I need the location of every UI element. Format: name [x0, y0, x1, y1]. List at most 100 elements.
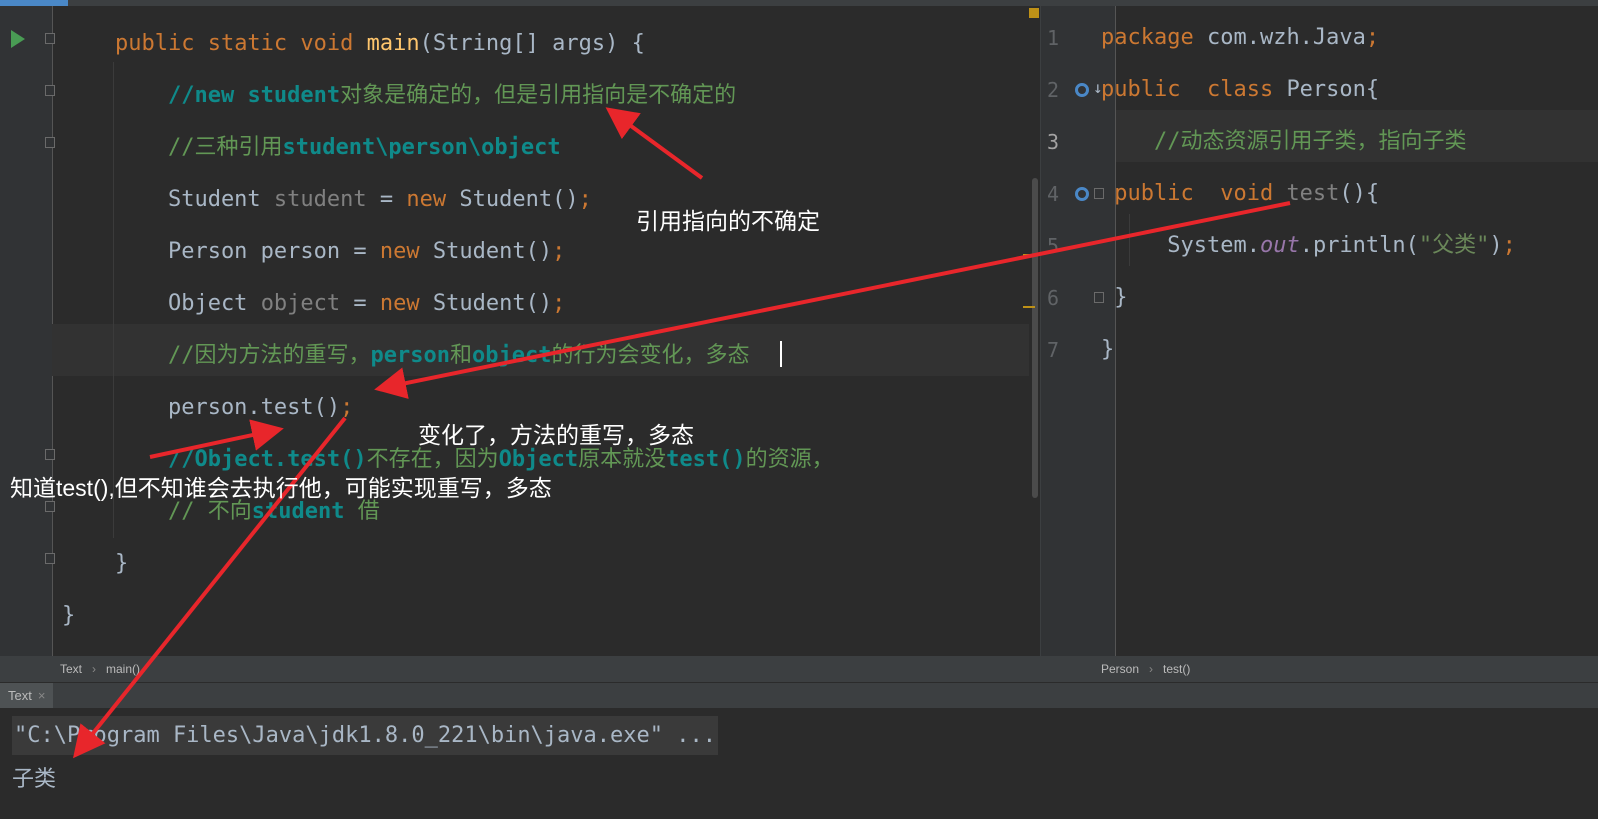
line-number[interactable]: 3 [1047, 116, 1077, 168]
code-line[interactable]: //动态资源引用子类，指向子类 [1101, 116, 1467, 168]
line-number[interactable]: 4 [1047, 168, 1077, 220]
code-token: "父类" [1418, 233, 1490, 258]
inspection-marker[interactable] [1029, 8, 1039, 18]
code-line[interactable]: Person person = new Student(); [62, 226, 565, 278]
breadcrumb-item[interactable]: Text [60, 656, 82, 682]
annotation-note: 变化了，方法的重写，多态 [418, 422, 694, 448]
code-line[interactable]: public void test(){ [1101, 168, 1379, 220]
code-token: person.test() [62, 395, 341, 420]
close-icon[interactable]: × [38, 688, 46, 703]
code-token: test [1286, 181, 1340, 206]
code-token: 原本就没 [578, 447, 667, 472]
code-token: System. [1101, 233, 1260, 258]
code-token: .println( [1299, 233, 1419, 258]
run-tab-label: Text [8, 688, 32, 703]
fold-marker-icon[interactable] [45, 85, 55, 96]
code-token: = [340, 291, 380, 316]
run-console[interactable]: "C:\Program Files\Java\jdk1.8.0_221\bin\… [0, 708, 1598, 819]
code-token: package [1101, 25, 1207, 50]
code-line[interactable]: package com.wzh.Java; [1101, 12, 1379, 64]
code-token: ; [1502, 233, 1516, 258]
line-number[interactable]: 2 [1047, 64, 1077, 116]
code-token: object [471, 343, 552, 368]
fold-marker-icon[interactable] [45, 553, 55, 564]
code-token: } [62, 603, 76, 628]
fold-marker-icon[interactable] [45, 33, 55, 44]
warning-marker[interactable] [1023, 306, 1035, 308]
code-token: ; [340, 395, 354, 420]
code-token: Person{ [1286, 77, 1380, 102]
breadcrumb-item[interactable]: Person [1101, 656, 1139, 682]
code-token: main [366, 31, 420, 56]
code-line[interactable]: public class Person{ [1101, 64, 1379, 116]
annotation-note: 知道test(),但不知谁会去执行他，可能实现重写，多态 [10, 475, 552, 501]
code-line[interactable]: } [62, 538, 128, 590]
right-code-editor[interactable]: 1234567↓↓ package com.wzh.Java;public cl… [1040, 6, 1598, 656]
code-line[interactable]: //new student对象是确定的，但是引用指向是不确定的 [62, 70, 736, 122]
code-token: (String[] args) { [419, 31, 645, 56]
code-token: object [260, 291, 341, 316]
code-line[interactable]: } [1101, 272, 1128, 324]
code-token: //三种引用 [167, 135, 283, 160]
line-number[interactable]: 6 [1047, 272, 1077, 324]
code-token: ; [552, 291, 566, 316]
code-token: 的行为会变化，多态 [551, 343, 750, 368]
code-token: } [1101, 285, 1128, 310]
line-number[interactable]: 5 [1047, 220, 1077, 272]
code-token: Person person = [62, 239, 380, 264]
code-line[interactable]: person.test(); [62, 382, 353, 434]
code-line[interactable]: System.out.println("父类"); [1101, 220, 1516, 272]
code-line[interactable]: Object object = new Student(); [62, 278, 565, 330]
run-tab[interactable]: Text × [0, 683, 54, 709]
code-token: ) [1489, 233, 1503, 258]
code-token: new [379, 291, 433, 316]
scrollbar-thumb[interactable] [1032, 178, 1038, 498]
code-token: ; [1365, 25, 1380, 50]
code-token: 对象是确定的，但是引用指向是不确定的 [340, 83, 737, 108]
console-command-line[interactable]: "C:\Program Files\Java\jdk1.8.0_221\bin\… [12, 716, 718, 755]
line-number[interactable]: 7 [1047, 324, 1077, 376]
code-token: ; [578, 187, 592, 212]
code-token: Student [62, 187, 274, 212]
run-tool-window-tabs: Text × [0, 682, 1598, 709]
code-line[interactable]: Student student = new Student(); [62, 174, 592, 226]
code-token: Student() [432, 239, 553, 264]
annotation-note: 引用指向的不确定 [636, 208, 820, 234]
code-line[interactable]: //因为方法的重写，person和object的行为会变化，多态 [62, 330, 750, 382]
line-number[interactable]: 1 [1047, 12, 1077, 64]
breadcrumb-item[interactable]: main() [106, 656, 140, 682]
code-token: Object [62, 291, 261, 316]
code-token: student\person\object [282, 135, 561, 160]
breadcrumb-separator: › [1149, 662, 1153, 676]
fold-marker-icon[interactable] [45, 137, 55, 148]
code-token: 和 [449, 343, 472, 368]
code-line[interactable]: } [1101, 324, 1114, 376]
code-line[interactable]: public static void main(String[] args) { [62, 18, 645, 70]
code-token: public class [1101, 77, 1287, 102]
overridden-method-icon[interactable] [1075, 83, 1089, 97]
overridden-method-icon[interactable] [1075, 187, 1089, 201]
code-token: 的资源， [745, 447, 834, 472]
left-gutter [0, 6, 55, 656]
code-line[interactable]: } [62, 590, 75, 642]
breadcrumb-item[interactable]: test() [1163, 656, 1190, 682]
code-token: ; [552, 239, 566, 264]
code-token: //因为方法的重写， [167, 343, 371, 368]
code-line[interactable]: //三种引用student\person\object [62, 122, 561, 174]
left-code-editor[interactable]: public static void main(String[] args) {… [0, 6, 1040, 656]
code-token: out [1259, 233, 1300, 258]
code-token: test() [666, 447, 746, 472]
code-token: person [370, 343, 450, 368]
code-token: (){ [1339, 181, 1380, 206]
left-breadcrumb: Text › main() [0, 656, 1040, 682]
run-main-icon[interactable] [11, 30, 25, 48]
code-token: new [406, 187, 460, 212]
warning-marker[interactable] [1023, 254, 1035, 256]
fold-marker-icon[interactable] [45, 449, 55, 460]
left-scrollbar[interactable] [1023, 6, 1040, 656]
